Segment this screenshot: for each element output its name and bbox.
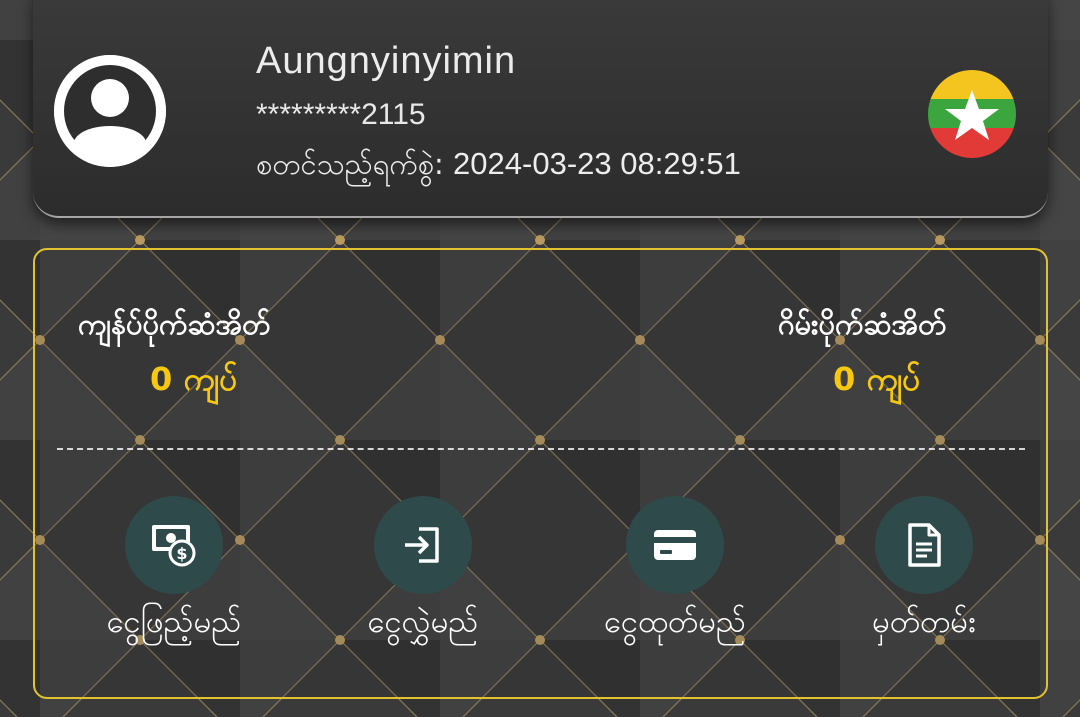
document-icon <box>908 523 941 567</box>
history-label: မှတ်တမ်း <box>872 604 976 640</box>
remaining-balance-value: 0 ကျပ် <box>150 360 238 398</box>
deposit-button[interactable]: $ ငွေဖြည့်မည် <box>79 496 269 656</box>
game-wallet-value: 0 ကျပ် <box>833 360 921 398</box>
card-icon <box>654 530 696 560</box>
remaining-balance-label: ကျန်ပ်ပိုက်ဆံအိတ် <box>78 307 271 341</box>
myanmar-flag-icon[interactable] <box>928 70 1016 158</box>
withdraw-button[interactable]: ငွေထုတ်မည် <box>580 496 770 656</box>
masked-phone-number: *********2115 <box>256 98 426 131</box>
deposit-icon-circle: $ <box>125 496 223 594</box>
svg-text:$: $ <box>176 544 187 563</box>
avatar[interactable] <box>54 55 166 167</box>
registration-date-label: စတင်သည့်ရက်စွဲ: <box>256 147 454 181</box>
withdraw-label: ငွေထုတ်မည် <box>604 604 746 640</box>
history-button[interactable]: မှတ်တမ်း <box>829 496 1019 656</box>
deposit-money-icon: $ <box>152 525 196 567</box>
transfer-icon-circle <box>374 496 472 594</box>
withdraw-icon-circle <box>626 496 724 594</box>
divider <box>57 448 1025 450</box>
history-icon-circle <box>875 496 973 594</box>
transfer-button[interactable]: ငွေလွှဲမည် <box>328 496 518 656</box>
user-icon <box>54 55 166 167</box>
transfer-login-icon <box>405 527 439 563</box>
username: Aungnyinyimin <box>256 40 517 82</box>
registration-date-value: 2024-03-23 08:29:51 <box>453 146 741 181</box>
game-wallet-label: ဂိမ်းပိုက်ဆံအိတ် <box>778 307 947 341</box>
deposit-label: ငွေဖြည့်မည် <box>106 604 242 640</box>
transfer-label: ငွေလွှဲမည် <box>367 604 479 640</box>
registration-date: စတင်သည့်ရက်စွဲ: 2024-03-23 08:29:51 <box>256 146 741 189</box>
